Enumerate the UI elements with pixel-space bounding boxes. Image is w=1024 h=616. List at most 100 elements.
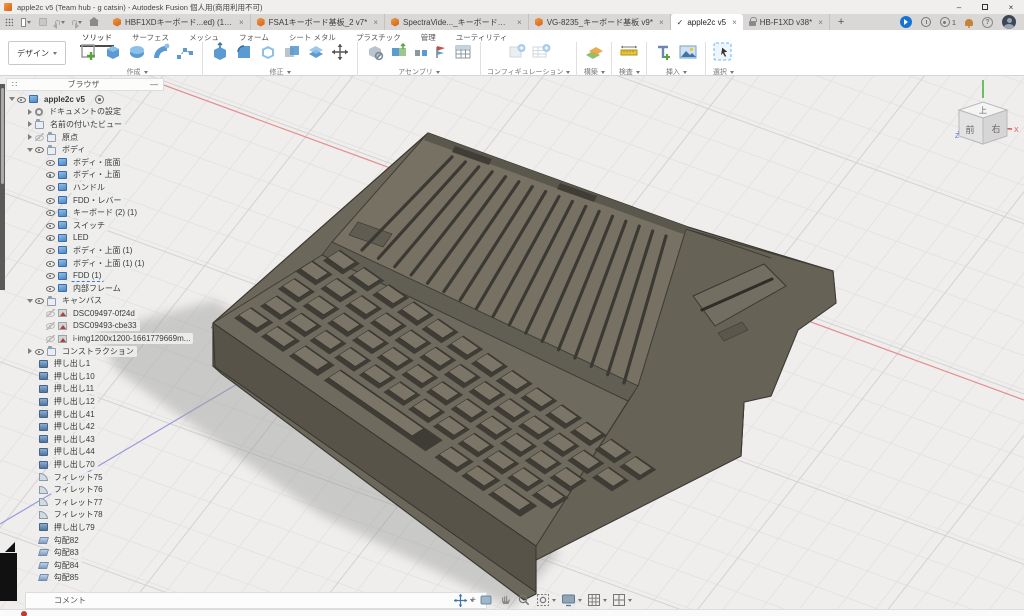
timeline-marker[interactable]	[21, 611, 27, 616]
document-tab[interactable]: HBF1XDキーボード...ed) (1) v8*×	[107, 14, 251, 30]
configuration-table-icon[interactable]	[530, 41, 552, 63]
browser-row[interactable]: i-img1200x1200-1661779669m...	[6, 332, 178, 345]
browser-row[interactable]: ボディ・上面 (1) (1)	[6, 257, 178, 270]
browser-row[interactable]: 勾配84	[6, 559, 178, 572]
visibility-eye-icon[interactable]	[35, 347, 44, 355]
fillet-icon[interactable]	[233, 41, 255, 63]
browser-row[interactable]: ボディ	[6, 143, 178, 156]
look-at-icon[interactable]	[478, 592, 494, 608]
as-built-joint-icon[interactable]	[412, 41, 430, 63]
data-panel-icon[interactable]	[4, 17, 14, 27]
insert-text-icon[interactable]	[653, 41, 675, 63]
browser-row[interactable]: キーボード (2) (1)	[6, 206, 178, 219]
offset-face-icon[interactable]	[305, 41, 327, 63]
chevron-right-icon[interactable]	[28, 348, 32, 354]
visibility-eye-icon[interactable]	[46, 272, 55, 280]
browser-row[interactable]: フィレット78	[6, 509, 178, 522]
browser-row[interactable]: LED	[6, 232, 178, 245]
home-icon[interactable]	[89, 17, 99, 27]
timeline-bar[interactable]	[0, 609, 1024, 616]
chevron-down-icon[interactable]	[27, 148, 33, 152]
visibility-eye-icon[interactable]	[46, 309, 55, 317]
viewports-icon[interactable]	[611, 592, 633, 608]
chevron-down-icon[interactable]	[27, 299, 33, 303]
chevron-right-icon[interactable]	[28, 109, 32, 115]
close-tab-icon[interactable]: ×	[517, 18, 522, 27]
viewcube[interactable]: 上 前 右 Z X	[942, 76, 1024, 156]
browser-row[interactable]: FDD・レバー	[6, 194, 178, 207]
browser-row[interactable]: 原点	[6, 131, 178, 144]
construct-plane-icon[interactable]	[583, 41, 605, 63]
notifications-icon[interactable]	[965, 19, 973, 26]
browser-row[interactable]: 押し出し41	[6, 408, 178, 421]
bom-table-icon[interactable]	[452, 41, 474, 63]
account-avatar[interactable]	[1002, 15, 1016, 29]
document-tab-active[interactable]: ✓apple2c v5×	[671, 14, 743, 30]
save-icon[interactable]	[38, 17, 48, 27]
new-component-icon[interactable]	[364, 41, 386, 63]
browser-row[interactable]: ボディ・上面 (1)	[6, 244, 178, 257]
browser-row[interactable]: FDD (1)	[6, 269, 178, 282]
zoom-icon[interactable]	[516, 592, 532, 608]
browser-row[interactable]: キャンバス	[6, 295, 178, 308]
visibility-eye-icon[interactable]	[35, 297, 44, 305]
create-sketch-icon[interactable]	[78, 41, 100, 63]
job-status-icon[interactable]	[900, 16, 912, 28]
browser-row[interactable]: 押し出し10	[6, 370, 178, 383]
visibility-eye-icon[interactable]	[46, 335, 55, 343]
visibility-eye-icon[interactable]	[17, 95, 26, 103]
browser-row[interactable]: ボディ・底面	[6, 156, 178, 169]
activate-component-radio[interactable]	[95, 95, 104, 104]
browser-row[interactable]: 名前の付いたビュー	[6, 118, 178, 131]
browser-row[interactable]: DSC09493-cbe33	[6, 320, 178, 333]
chevron-right-icon[interactable]	[28, 134, 32, 140]
display-settings-icon[interactable]	[560, 592, 583, 608]
browser-row[interactable]: 押し出し42	[6, 420, 178, 433]
browser-row[interactable]: apple2c v5	[6, 93, 178, 106]
browser-row[interactable]: フィレット77	[6, 496, 178, 509]
sweep-icon[interactable]	[150, 41, 172, 63]
insert-group-label[interactable]: 挿入	[666, 67, 687, 77]
orbit-icon[interactable]	[452, 592, 475, 609]
browser-header[interactable]: ∷ ブラウザ —	[6, 78, 164, 91]
visibility-eye-icon[interactable]	[46, 259, 55, 267]
visibility-eye-icon[interactable]	[46, 246, 55, 254]
construct-group-label[interactable]: 構築	[584, 67, 605, 77]
pan-icon[interactable]	[497, 592, 513, 608]
browser-row[interactable]: 押し出し43	[6, 433, 178, 446]
visibility-eye-icon[interactable]	[46, 234, 55, 242]
press-pull-icon[interactable]	[209, 41, 231, 63]
visibility-eye-icon[interactable]	[46, 158, 55, 166]
inspect-group-label[interactable]: 検査	[619, 67, 640, 77]
browser-row[interactable]: 押し出し12	[6, 395, 178, 408]
modify-group-label[interactable]: 修正	[270, 67, 291, 77]
close-tab-icon[interactable]: ×	[239, 18, 244, 27]
help-icon[interactable]: ?	[982, 17, 993, 28]
browser-row[interactable]: 勾配85	[6, 572, 178, 585]
close-tab-icon[interactable]: ×	[373, 18, 378, 27]
assemble-group-label[interactable]: アセンブリ	[398, 67, 440, 77]
motion-link-icon[interactable]	[432, 41, 450, 63]
select-icon[interactable]	[712, 41, 734, 63]
maximize-button[interactable]	[972, 0, 998, 14]
joint-icon[interactable]	[388, 41, 410, 63]
visibility-eye-icon[interactable]	[46, 284, 55, 292]
revolve-icon[interactable]	[126, 41, 148, 63]
visibility-eye-icon[interactable]	[46, 322, 55, 330]
document-tab[interactable]: SpectraVide..._キーボード基板 v6×	[385, 14, 529, 30]
document-tab[interactable]: HB-F1XD v38*×	[743, 14, 830, 30]
grid-display-icon[interactable]	[586, 592, 608, 608]
browser-collapse-icon[interactable]: —	[150, 80, 158, 89]
redo-icon[interactable]	[72, 17, 82, 27]
undo-icon[interactable]	[55, 17, 65, 27]
fit-icon[interactable]	[535, 592, 557, 608]
insert-canvas-icon[interactable]	[677, 41, 699, 63]
primitive-box-icon[interactable]	[102, 41, 124, 63]
close-tab-icon[interactable]: ×	[818, 18, 823, 27]
visibility-eye-icon[interactable]	[35, 133, 44, 141]
extensions-icon[interactable]: 1	[940, 17, 956, 27]
visibility-eye-icon[interactable]	[46, 221, 55, 229]
browser-row[interactable]: ハンドル	[6, 181, 178, 194]
browser-row[interactable]: 押し出し70	[6, 458, 178, 471]
browser-row[interactable]: 押し出し11	[6, 383, 178, 396]
